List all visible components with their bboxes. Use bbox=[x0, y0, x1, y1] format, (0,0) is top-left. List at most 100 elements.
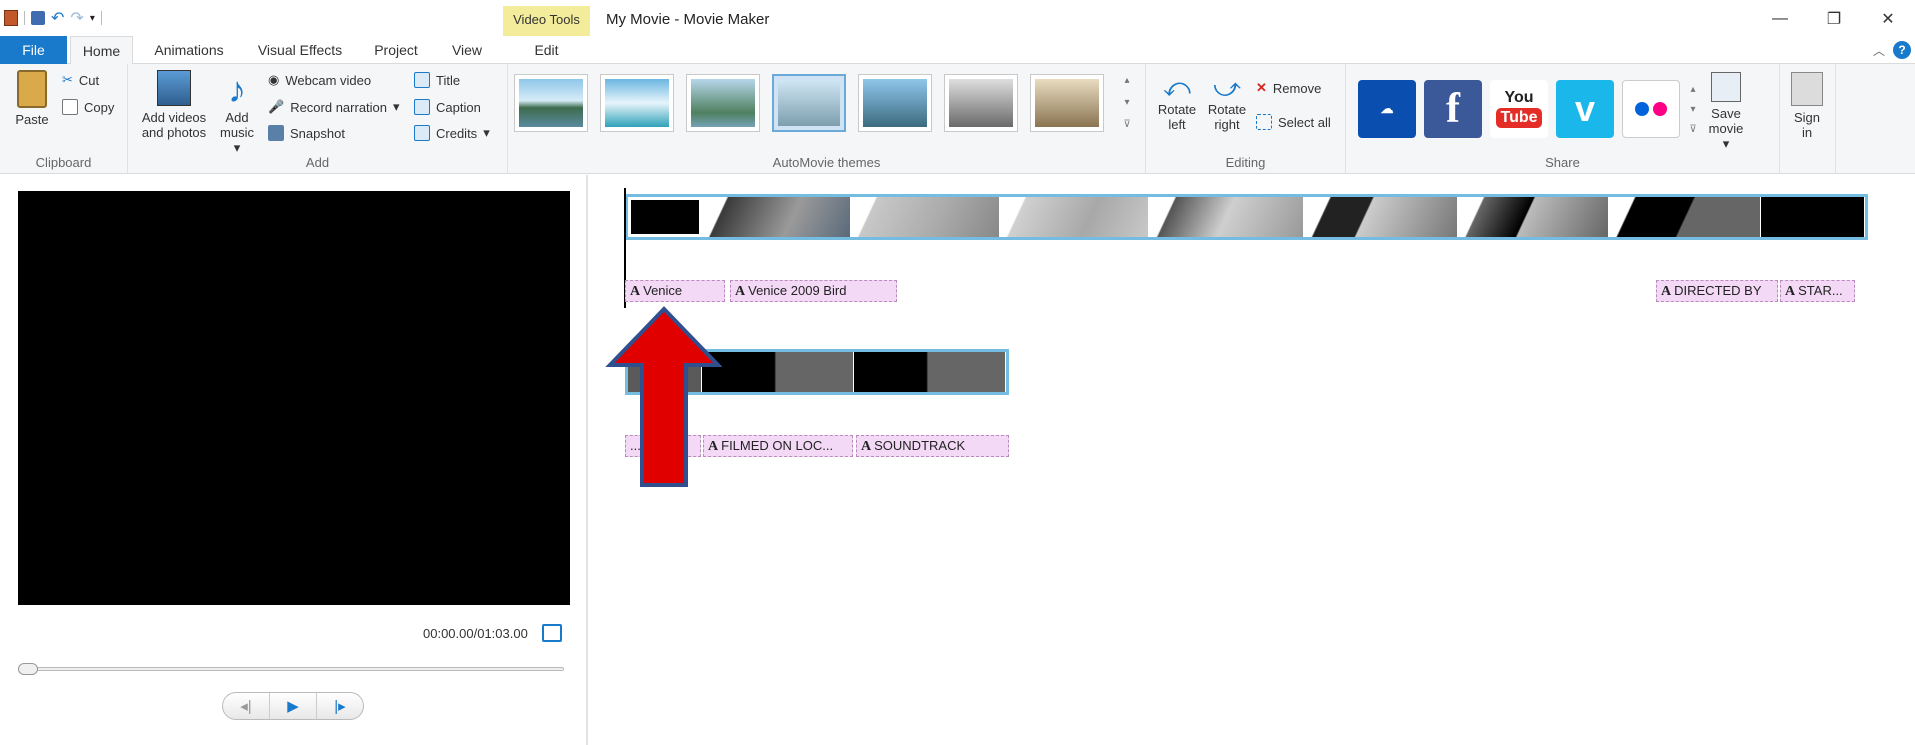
vimeo-icon[interactable]: v bbox=[1556, 80, 1614, 138]
close-button[interactable]: ✕ bbox=[1861, 0, 1915, 38]
seek-handle[interactable] bbox=[18, 663, 38, 675]
caption-clip[interactable]: A Venice bbox=[625, 280, 725, 302]
quick-access-toolbar: ↶ ↷ ▾ bbox=[4, 8, 102, 28]
ribbon: Paste ✂ Cut Copy Clipboard Add videos and… bbox=[0, 64, 1915, 174]
share-group: ☁ f You Tube v ▴ ▾ ⊽ Save movie ▾ Share bbox=[1346, 64, 1780, 174]
video-frame[interactable] bbox=[1000, 197, 1150, 237]
video-frame[interactable] bbox=[628, 197, 702, 237]
facebook-icon[interactable]: f bbox=[1424, 80, 1482, 138]
tab-home[interactable]: Home bbox=[70, 36, 133, 65]
themes-scroll[interactable]: ▴ ▾ ⊽ bbox=[1120, 70, 1134, 140]
flickr-icon[interactable] bbox=[1622, 80, 1680, 138]
ribbon-tabs: File Home Animations Visual Effects Proj… bbox=[0, 36, 1915, 65]
fullscreen-icon[interactable] bbox=[542, 624, 562, 642]
theme-cinematic[interactable] bbox=[858, 74, 932, 132]
credit-clip[interactable]: A FILMED ON LOC... bbox=[703, 435, 853, 457]
sign-in-button[interactable]: Sign in bbox=[1784, 72, 1830, 140]
youtube-tube: Tube bbox=[1496, 108, 1542, 128]
caption-icon bbox=[414, 99, 430, 115]
restore-button[interactable]: ❐ bbox=[1807, 0, 1861, 38]
theme-sepia[interactable] bbox=[1030, 74, 1104, 132]
credit-clip[interactable]: A SOUNDTRACK bbox=[856, 435, 1009, 457]
onedrive-icon[interactable]: ☁ bbox=[1358, 80, 1416, 138]
video-frame[interactable] bbox=[1457, 197, 1610, 237]
video-preview[interactable] bbox=[18, 191, 570, 605]
group-label: AutoMovie themes bbox=[772, 155, 881, 170]
credit-clip[interactable]: A DIRECTED BY bbox=[1656, 280, 1778, 302]
webcam-video-button[interactable]: ◉ Webcam video bbox=[268, 72, 371, 88]
app-icon[interactable] bbox=[4, 10, 18, 26]
minimize-button[interactable]: — bbox=[1753, 0, 1807, 38]
editing-group: ⤺ Rotate left ⤻ Rotate right ✕ Remove Sel… bbox=[1146, 64, 1346, 174]
select-all-button[interactable]: Select all bbox=[1256, 114, 1331, 130]
video-frame[interactable] bbox=[1609, 197, 1761, 237]
credit-clip[interactable]: A STAR... bbox=[1780, 280, 1855, 302]
clip-strip-row-1[interactable] bbox=[625, 194, 1868, 240]
user-icon bbox=[1791, 72, 1823, 106]
video-frame[interactable] bbox=[1303, 197, 1458, 237]
video-frame[interactable] bbox=[1149, 197, 1304, 237]
rotate-left-button[interactable]: ⤺ Rotate left bbox=[1154, 72, 1200, 132]
customize-qat-icon[interactable]: ▾ bbox=[90, 13, 95, 24]
cut-button[interactable]: ✂ Cut bbox=[62, 72, 99, 88]
video-frame[interactable] bbox=[854, 352, 1006, 392]
timecode: 00:00.00/01:03.00 bbox=[423, 626, 528, 641]
tab-visual-effects[interactable]: Visual Effects bbox=[250, 36, 350, 64]
redo-icon[interactable]: ↷ bbox=[70, 8, 83, 28]
theme-black-white[interactable] bbox=[944, 74, 1018, 132]
help-icon[interactable]: ? bbox=[1893, 41, 1911, 59]
next-frame-icon[interactable]: |▸ bbox=[317, 693, 363, 719]
theme-default[interactable] bbox=[514, 74, 588, 132]
add-videos-button[interactable]: Add videos and photos bbox=[134, 70, 214, 140]
tab-file[interactable]: File bbox=[0, 36, 67, 64]
youtube-icon[interactable]: You Tube bbox=[1490, 80, 1548, 138]
copy-button[interactable]: Copy bbox=[62, 99, 114, 115]
narration-label: Record narration bbox=[290, 99, 388, 115]
group-label: Add bbox=[305, 155, 330, 170]
theme-fade[interactable] bbox=[686, 74, 760, 132]
video-frame[interactable] bbox=[850, 197, 1001, 237]
add-group: Add videos and photos ♪ Add music ▾ ◉ Web… bbox=[128, 64, 508, 174]
play-icon[interactable]: ▶ bbox=[270, 693, 317, 719]
theme-contemporary[interactable] bbox=[600, 74, 674, 132]
undo-icon[interactable]: ↶ bbox=[51, 8, 64, 28]
minimize-ribbon-icon[interactable]: ︿ bbox=[1873, 42, 1885, 59]
add-music-label-2: music bbox=[220, 125, 254, 140]
title-label: Title bbox=[436, 72, 461, 88]
paste-button[interactable]: Paste bbox=[8, 70, 56, 127]
theme-pan-zoom[interactable] bbox=[772, 74, 846, 132]
paste-icon bbox=[17, 70, 47, 108]
caption-text: Venice bbox=[643, 283, 683, 298]
save-icon[interactable] bbox=[31, 11, 45, 25]
tab-project[interactable]: Project bbox=[367, 36, 425, 64]
video-frame[interactable] bbox=[701, 197, 851, 237]
credit-text: DIRECTED BY bbox=[1674, 283, 1762, 298]
snapshot-button[interactable]: Snapshot bbox=[268, 125, 345, 141]
caption-clip[interactable]: A Venice 2009 Bird bbox=[730, 280, 897, 302]
tab-animations[interactable]: Animations bbox=[146, 36, 232, 64]
title-bar: ↶ ↷ ▾ Video Tools My Movie - Movie Maker… bbox=[0, 0, 1915, 38]
video-frame[interactable] bbox=[1760, 197, 1865, 237]
youtube-you: You bbox=[1504, 89, 1534, 106]
remove-icon: ✕ bbox=[1256, 80, 1267, 95]
previous-frame-icon[interactable]: ◂| bbox=[223, 693, 270, 719]
title-button[interactable]: Title bbox=[414, 72, 460, 88]
video-frame[interactable] bbox=[702, 352, 854, 392]
tab-view[interactable]: View bbox=[444, 36, 490, 64]
caption-button[interactable]: Caption bbox=[414, 99, 481, 115]
save-movie-button[interactable]: Save movie ▾ bbox=[1704, 72, 1748, 151]
record-narration-button[interactable]: 🎤 Record narration ▾ bbox=[268, 99, 400, 115]
share-scroll[interactable]: ▴ ▾ ⊽ bbox=[1686, 80, 1700, 140]
chevron-down-icon: ▾ bbox=[483, 125, 490, 140]
chevron-down-icon: ▾ bbox=[393, 99, 400, 114]
seek-bar[interactable] bbox=[18, 667, 564, 671]
tab-edit[interactable]: Edit bbox=[503, 36, 590, 64]
film-photo-icon bbox=[157, 70, 191, 106]
credit-text: FILMED ON LOC... bbox=[721, 438, 834, 453]
preview-pane: 00:00.00/01:03.00 ◂| ▶ |▸ bbox=[0, 175, 588, 745]
rotate-right-button[interactable]: ⤻ Rotate right bbox=[1204, 72, 1250, 132]
sign-in-group: Sign in bbox=[1780, 64, 1836, 174]
credits-button[interactable]: Credits ▾ bbox=[414, 125, 490, 141]
add-music-button[interactable]: ♪ Add music ▾ bbox=[216, 70, 258, 156]
remove-button[interactable]: ✕ Remove bbox=[1256, 80, 1321, 96]
